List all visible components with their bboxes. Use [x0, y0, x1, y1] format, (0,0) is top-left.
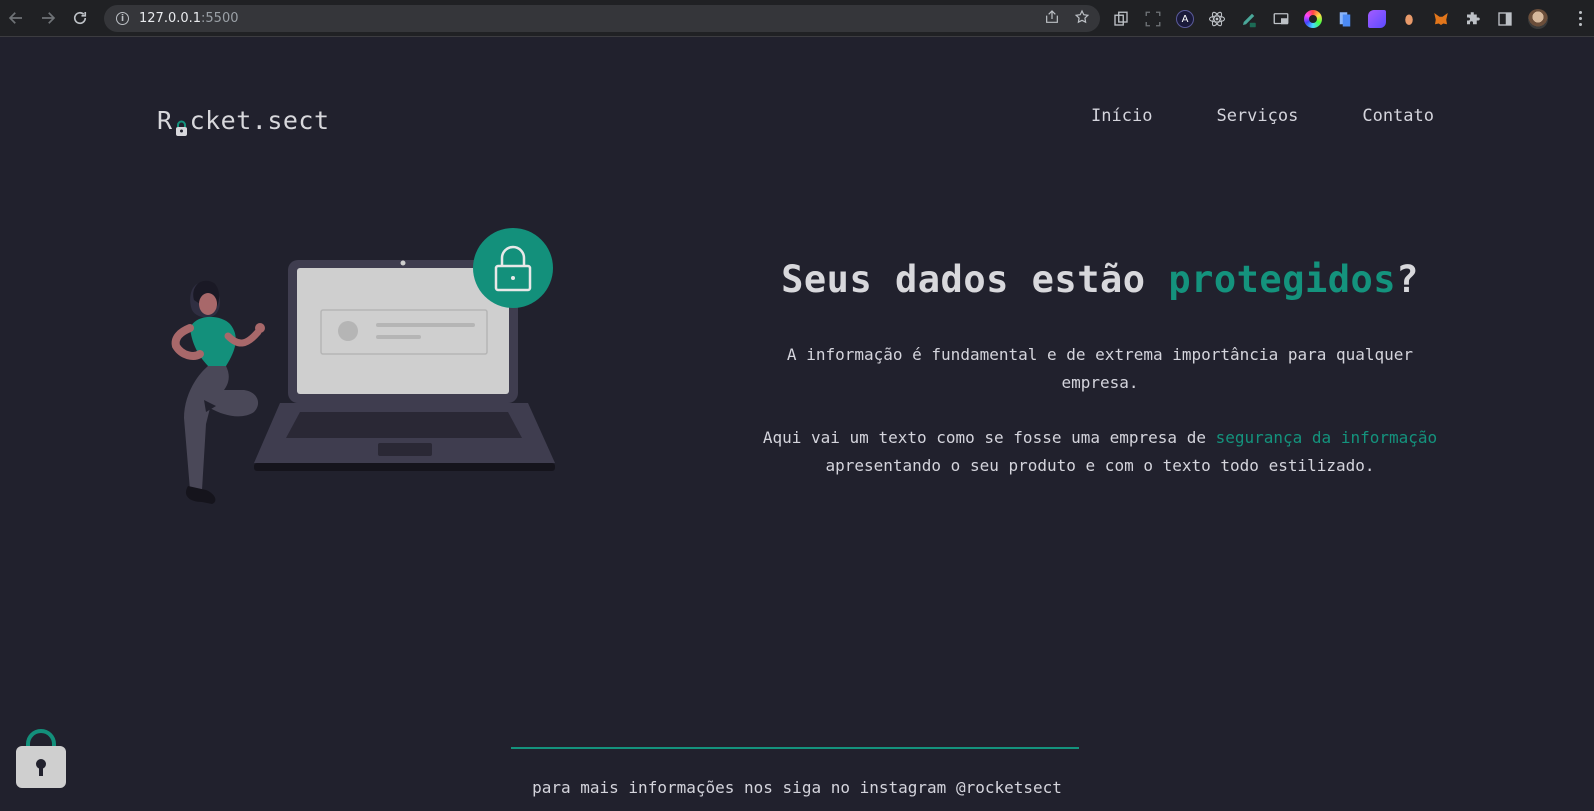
nav-link-servicos[interactable]: Serviços: [1216, 106, 1298, 126]
puzzle-icon[interactable]: [1464, 10, 1482, 28]
share-icon[interactable]: [1044, 9, 1060, 25]
hero-paragraph-2-start: Aqui vai um texto como se fosse uma empr…: [762, 428, 1216, 447]
hero-title-start: Seus dados estão: [781, 258, 1169, 301]
security-illustration: [171, 228, 555, 504]
url-port: :5500: [201, 11, 239, 26]
arrow-left-icon: [8, 12, 22, 24]
a-extension-icon[interactable]: A: [1176, 10, 1194, 28]
footer-divider: [511, 747, 1079, 749]
browser-menu-icon[interactable]: [1579, 11, 1582, 26]
extensions-bar: A: [1112, 9, 1548, 29]
nav-link-inicio[interactable]: Início: [1091, 106, 1152, 126]
hero-title-accent: protegidos: [1168, 258, 1397, 301]
paint-icon[interactable]: [1368, 10, 1386, 28]
footer-text: para mais informações nos siga no instag…: [532, 778, 1062, 797]
profile-avatar[interactable]: [1528, 9, 1548, 29]
main-nav: Início Serviços Contato: [1091, 106, 1434, 126]
url-host: 127.0.0.1: [139, 11, 202, 26]
pen-extension-icon[interactable]: [1240, 10, 1258, 28]
logo-text-end: cket.sect: [189, 106, 330, 135]
hero-paragraph-2-accent: segurança da informação: [1215, 428, 1438, 447]
sidepanel-icon[interactable]: [1496, 10, 1514, 28]
lock-button-icon[interactable]: [14, 726, 68, 788]
footer: para mais informações nos siga no instag…: [0, 778, 1594, 797]
page: R cket.sect Início Serviços Contato Seus…: [0, 38, 1594, 811]
site-info-icon[interactable]: i: [116, 12, 129, 25]
document-icon[interactable]: [1336, 10, 1354, 28]
browser-toolbar: i 127.0.0.1 :5500 A: [0, 0, 1594, 37]
forward-button[interactable]: [32, 0, 64, 37]
copy-icon[interactable]: [1112, 10, 1130, 28]
reload-icon: [73, 11, 87, 25]
reload-button[interactable]: [64, 0, 96, 37]
hero-section: Seus dados estão protegidos? A informaçã…: [740, 258, 1460, 480]
hero-paragraph-1: A informação é fundamental e de extrema …: [786, 345, 1414, 392]
back-button[interactable]: [0, 0, 32, 37]
metamask-icon[interactable]: [1432, 10, 1450, 28]
sticker-icon[interactable]: [1400, 10, 1418, 28]
screenshot-icon[interactable]: [1144, 10, 1162, 28]
address-bar[interactable]: i 127.0.0.1 :5500: [104, 5, 1100, 32]
arrow-right-icon: [42, 12, 56, 24]
react-devtools-icon[interactable]: [1208, 10, 1226, 28]
hero-title-end: ?: [1396, 258, 1419, 301]
site-logo[interactable]: R cket.sect: [157, 106, 330, 136]
logo-text-start: R: [157, 106, 173, 135]
hero-paragraph-2: Aqui vai um texto como se fosse uma empr…: [740, 424, 1460, 480]
nav-link-contato[interactable]: Contato: [1362, 106, 1434, 126]
hero-title: Seus dados estão protegidos?: [740, 258, 1460, 301]
logo-lock-icon: [174, 114, 189, 136]
bookmark-star-icon[interactable]: [1074, 9, 1090, 25]
color-picker-icon[interactable]: [1304, 10, 1322, 28]
hero-paragraph-2-end: apresentando o seu produto e com o texto…: [825, 456, 1375, 475]
cast-icon[interactable]: [1272, 10, 1290, 28]
